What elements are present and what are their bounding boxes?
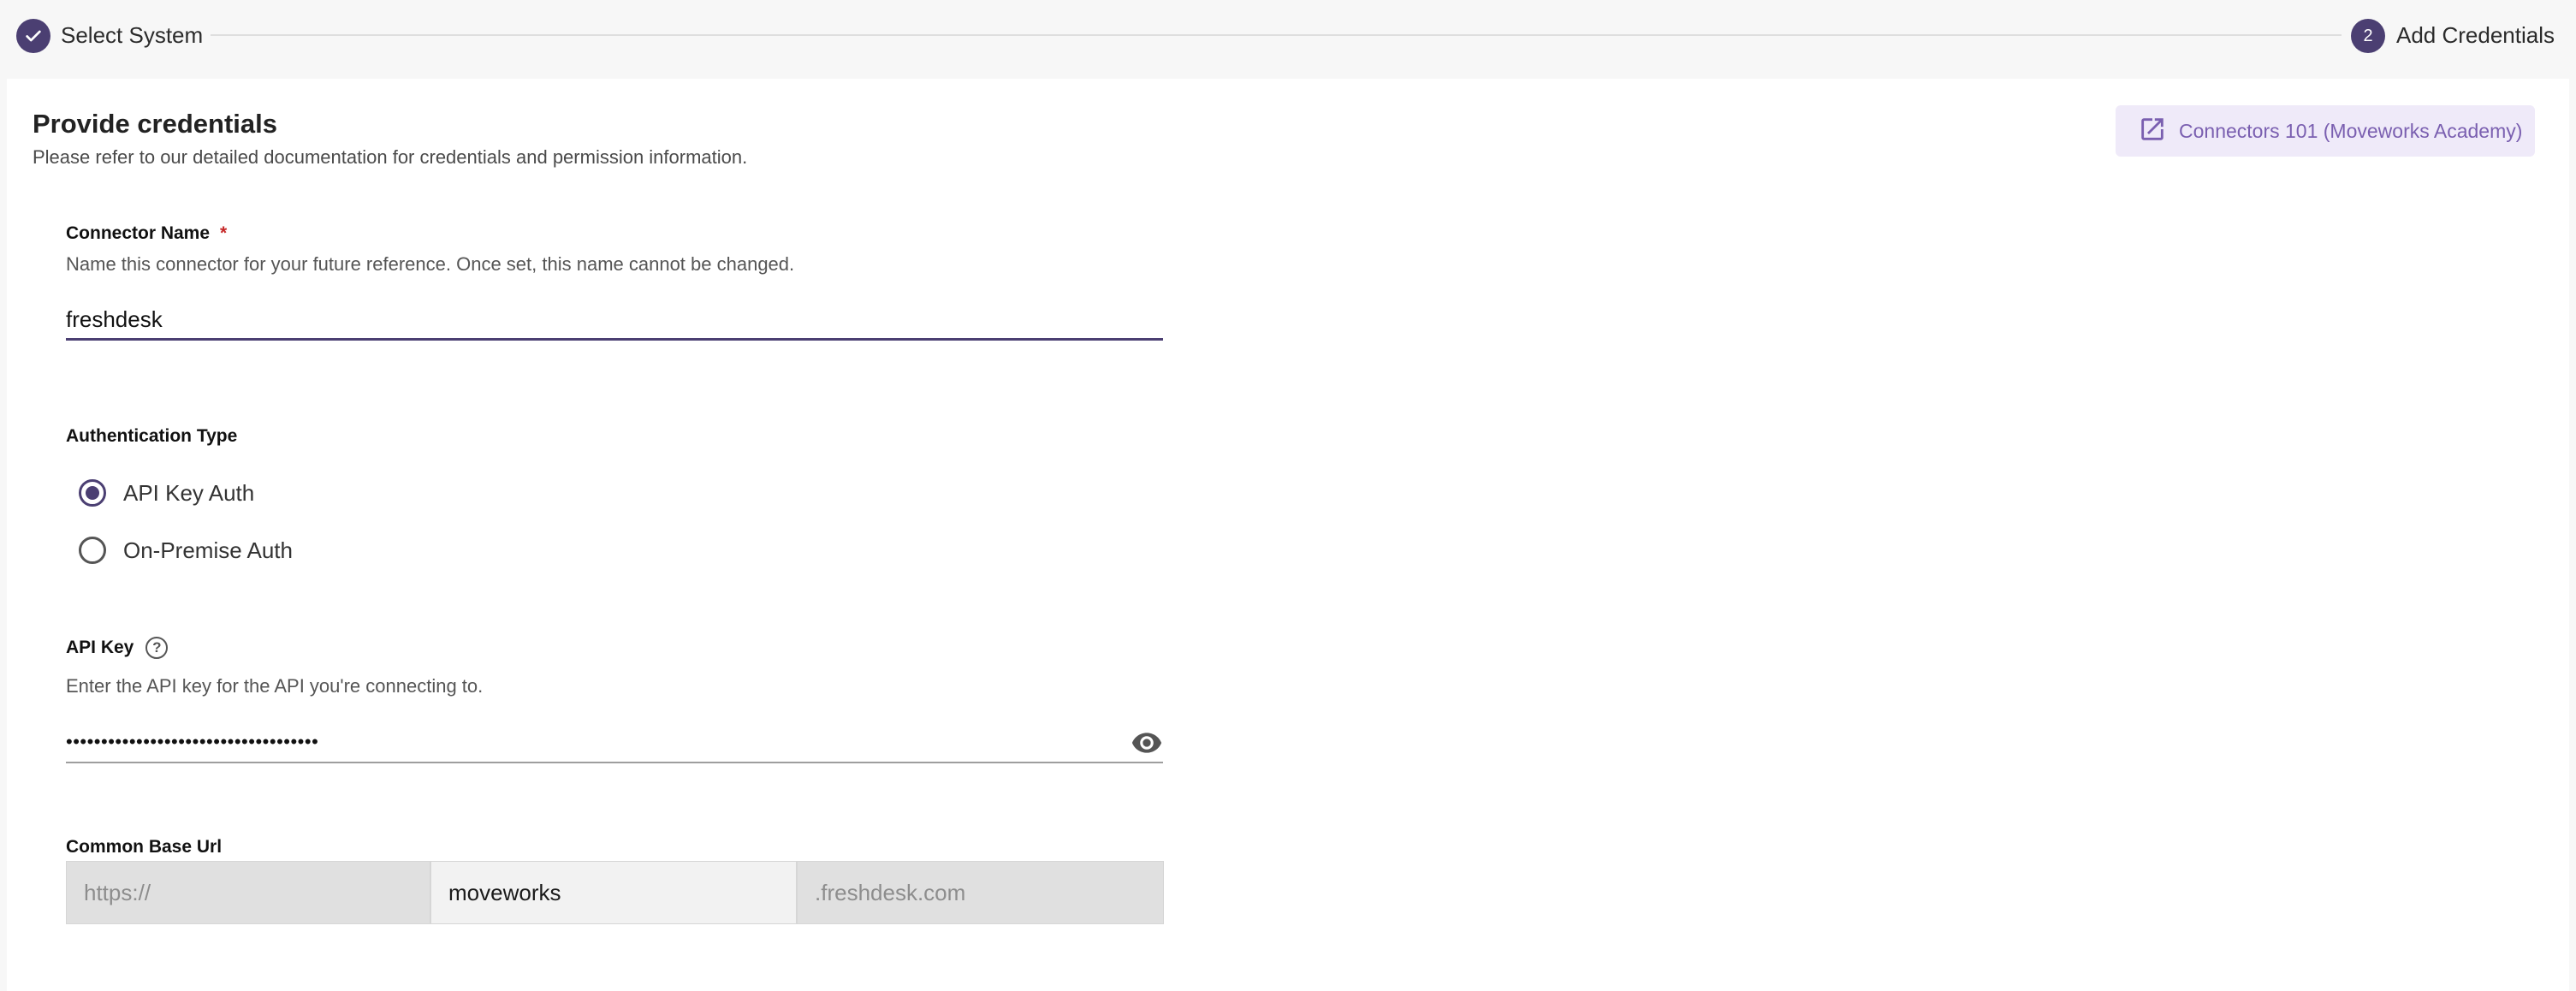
academy-link-button[interactable]: Connectors 101 (Moveworks Academy) <box>2116 105 2535 157</box>
api-key-help: Enter the API key for the API you're con… <box>66 675 484 697</box>
auth-type-label: Authentication Type <box>66 426 238 446</box>
base-url-subdomain-input[interactable]: moveworks <box>430 861 797 924</box>
connector-name-help: Name this connector for your future refe… <box>66 253 795 275</box>
auth-option-api-key[interactable]: API Key Auth <box>79 479 254 507</box>
api-key-label-text: API Key <box>66 638 134 657</box>
connector-name-label: Connector Name * <box>66 223 227 245</box>
help-icon[interactable]: ? <box>145 637 169 660</box>
external-link-icon <box>2138 115 2167 148</box>
step-complete-check-icon <box>16 19 50 53</box>
api-key-label: API Key? <box>66 637 169 660</box>
radio-unselected-icon[interactable] <box>79 537 106 564</box>
step-number-badge: 2 <box>2351 19 2385 53</box>
base-url-field: https:// moveworks .freshdesk.com <box>66 861 1164 924</box>
base-url-suffix: .freshdesk.com <box>797 861 1164 924</box>
base-url-prefix: https:// <box>66 861 430 924</box>
page-title: Provide credentials <box>33 109 278 139</box>
credentials-card <box>7 79 2569 991</box>
radio-selected-icon[interactable] <box>79 479 106 507</box>
api-key-input[interactable]: •••••••••••••••••••••••••••••••••••• <box>66 724 1163 763</box>
api-key-masked-value: •••••••••••••••••••••••••••••••••••• <box>66 731 319 752</box>
auth-option-on-premise[interactable]: On-Premise Auth <box>79 537 293 564</box>
academy-link-label: Connectors 101 (Moveworks Academy) <box>2179 119 2523 142</box>
auth-option-label: API Key Auth <box>123 479 255 506</box>
step-add-credentials-label: Add Credentials <box>2396 22 2555 48</box>
step-select-system-label: Select System <box>61 22 204 48</box>
auth-option-label: On-Premise Auth <box>123 537 293 563</box>
base-url-label: Common Base Url <box>66 837 223 857</box>
connector-name-label-text: Connector Name <box>66 223 211 243</box>
connector-name-input[interactable] <box>66 301 1163 341</box>
page-subtitle: Please refer to our detailed documentati… <box>33 146 748 168</box>
stepper-connector-line <box>211 34 2342 36</box>
required-asterisk: * <box>220 223 228 243</box>
show-password-eye-icon[interactable] <box>1131 731 1163 755</box>
stepper: Select System 2 Add Credentials <box>0 0 2576 72</box>
